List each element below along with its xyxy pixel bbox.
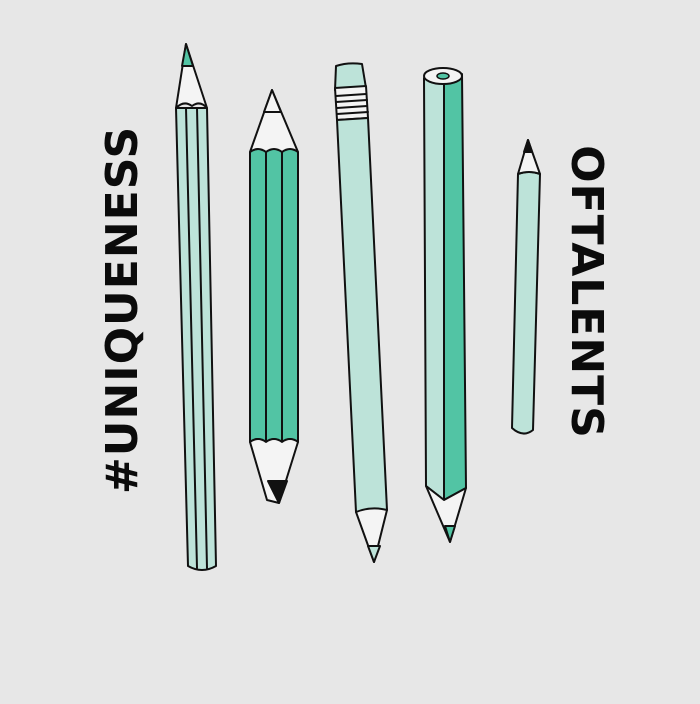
uniqueness-hashtag: #UNIQUENESS <box>97 125 148 495</box>
eraser-pencil-icon <box>334 62 388 563</box>
short-pencil-icon <box>511 139 541 435</box>
striped-green-pencil-icon <box>249 89 299 504</box>
tall-striped-pencil-icon <box>175 43 217 571</box>
of-talents-text: OFTALENTS <box>561 145 612 439</box>
triangular-pencil-icon <box>423 67 467 543</box>
